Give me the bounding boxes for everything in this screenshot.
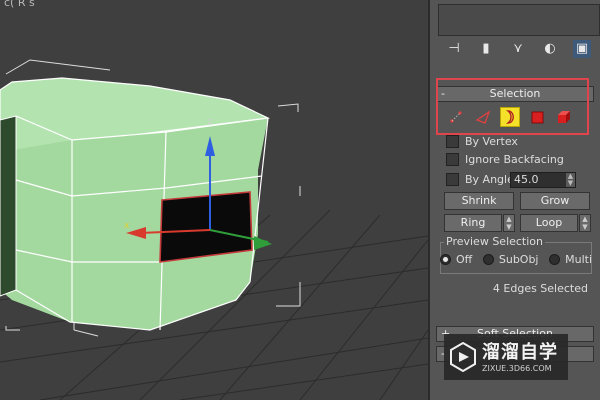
preview-multi-radio[interactable]: Multi bbox=[549, 252, 592, 268]
element-icon bbox=[558, 111, 570, 123]
checkbox-box bbox=[446, 152, 459, 166]
watermark-url: ZIXUE.3D66.COM bbox=[482, 364, 552, 373]
polygon-level-button[interactable] bbox=[527, 107, 547, 127]
watermark-name: 溜溜自学 bbox=[482, 342, 558, 363]
preview-off-radio[interactable]: Off bbox=[440, 252, 472, 268]
preview-selection-options: Off SubObj Multi bbox=[440, 252, 592, 268]
edge-level-button[interactable] bbox=[473, 107, 493, 127]
grow-button[interactable]: Grow bbox=[520, 192, 590, 210]
collapse-icon: - bbox=[441, 87, 445, 100]
selection-status-text: 4 Edges Selected bbox=[492, 282, 588, 295]
preview-subobj-label: SubObj bbox=[498, 253, 539, 266]
checkbox-box bbox=[446, 134, 459, 148]
polygon-icon bbox=[531, 111, 544, 124]
object-name-box[interactable] bbox=[438, 4, 600, 36]
vertex-level-button[interactable] bbox=[446, 107, 466, 127]
border-icon bbox=[505, 110, 514, 124]
preview-subobj-radio[interactable]: SubObj bbox=[482, 252, 539, 268]
border-level-button[interactable] bbox=[500, 107, 520, 127]
angle-value: 45.0 bbox=[514, 173, 539, 186]
hierarchy-tab-icon[interactable]: ⋎ bbox=[509, 40, 527, 58]
selection-rollout-header[interactable]: - Selection bbox=[436, 86, 594, 102]
mesh-object[interactable] bbox=[0, 77, 271, 331]
by-vertex-checkbox[interactable]: By Vertex bbox=[446, 134, 518, 150]
viewport-label[interactable]: c( R s bbox=[4, 0, 35, 9]
create-tab-icon[interactable]: ⊣ bbox=[445, 40, 463, 58]
preview-selection-label: Preview Selection bbox=[444, 235, 546, 248]
modify-tab-icon[interactable]: ▮ bbox=[477, 40, 495, 58]
command-panel-tabs: ⊣ ▮ ⋎ ◐ ▣ bbox=[438, 38, 598, 60]
selected-border bbox=[159, 191, 253, 263]
radio-dot bbox=[440, 253, 451, 265]
svg-text:z: z bbox=[208, 117, 213, 127]
ring-button[interactable]: Ring bbox=[444, 214, 502, 232]
subobject-level-buttons bbox=[446, 106, 574, 128]
vertex-icon bbox=[450, 111, 462, 123]
ignore-backfacing-label: Ignore Backfacing bbox=[465, 153, 564, 166]
preview-multi-label: Multi bbox=[565, 253, 592, 266]
watermark-logo-icon bbox=[450, 342, 476, 372]
loop-spinner-icon[interactable]: ▲ ▼ bbox=[579, 214, 591, 232]
element-level-button[interactable] bbox=[554, 107, 574, 127]
utilities-tab-icon[interactable]: ▣ bbox=[573, 40, 591, 58]
checkbox-box bbox=[446, 172, 459, 186]
radio-dot bbox=[482, 253, 494, 265]
shrink-button[interactable]: Shrink bbox=[444, 192, 514, 210]
by-angle-checkbox[interactable]: By Angle: bbox=[446, 172, 518, 188]
edge-icon bbox=[475, 110, 491, 124]
ignore-backfacing-checkbox[interactable]: Ignore Backfacing bbox=[446, 152, 564, 168]
loop-button[interactable]: Loop bbox=[520, 214, 578, 232]
viewport-scene[interactable]: z x bbox=[0, 0, 428, 400]
spinner-arrows-icon[interactable]: ▲ ▼ bbox=[566, 173, 575, 187]
watermark: 溜溜自学 ZIXUE.3D66.COM bbox=[444, 334, 568, 380]
angle-spinner-field[interactable]: 45.0 ▲ ▼ bbox=[510, 172, 576, 188]
selection-rollout-title: Selection bbox=[489, 87, 541, 100]
preview-off-label: Off bbox=[456, 253, 473, 266]
radio-dot bbox=[549, 253, 561, 265]
motion-tab-icon[interactable]: ◐ bbox=[541, 40, 559, 58]
svg-text:x: x bbox=[124, 221, 130, 231]
ring-spinner-icon[interactable]: ▲ ▼ bbox=[503, 214, 515, 232]
by-vertex-label: By Vertex bbox=[465, 135, 518, 148]
perspective-viewport[interactable]: z x c( R s bbox=[0, 0, 428, 400]
